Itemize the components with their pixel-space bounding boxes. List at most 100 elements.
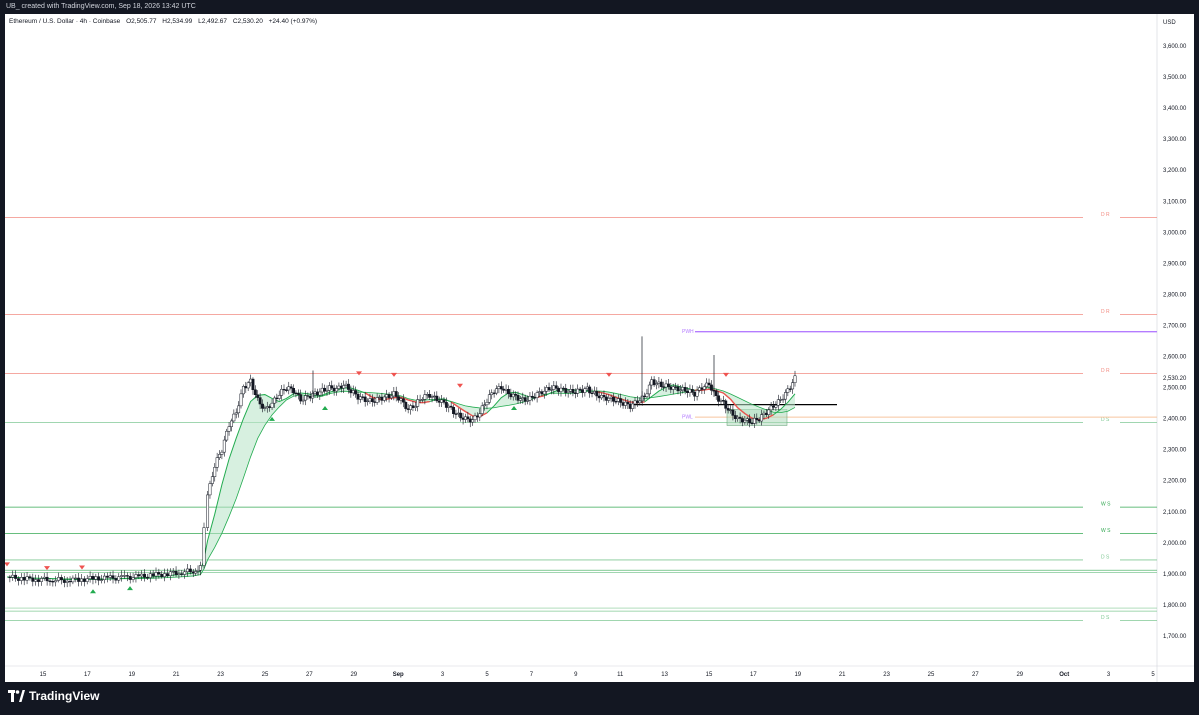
candle-bullish <box>729 409 732 412</box>
candle-bearish <box>581 389 584 393</box>
candle-bullish <box>657 381 661 384</box>
candle-bearish <box>251 378 255 390</box>
tradingview-logo-icon <box>8 690 25 702</box>
candle-bullish <box>335 388 338 392</box>
candle-bearish <box>738 416 742 419</box>
candle-bearish <box>437 400 441 403</box>
candle-bullish <box>318 391 322 396</box>
level-label: D S <box>1101 615 1110 621</box>
candle-bearish <box>111 575 115 579</box>
buy-signal-icon <box>90 589 96 594</box>
candle-bearish <box>573 392 577 394</box>
sell-signal-icon <box>391 372 397 377</box>
candle-bullish <box>430 396 434 398</box>
time-tick-label: 29 <box>1016 672 1023 678</box>
candle-bullish <box>263 407 267 409</box>
candle-bearish <box>261 403 264 409</box>
candle-bullish <box>542 390 546 395</box>
candle-bearish <box>363 396 367 402</box>
candle-bullish <box>779 399 783 401</box>
candle-bearish <box>676 386 680 392</box>
candle-bullish <box>487 394 491 403</box>
candle-bullish <box>337 385 341 389</box>
price-tick-label: 3,200.00 <box>1163 168 1187 174</box>
candle-bullish <box>392 391 396 397</box>
candle-bearish <box>397 396 401 401</box>
candle-bullish <box>85 578 89 582</box>
candle-bearish <box>709 384 713 391</box>
candle-bullish <box>521 397 525 400</box>
symbol-name[interactable]: Ethereum / U.S. Dollar · 4h · Coinbase <box>9 18 120 25</box>
tradingview-brand[interactable]: TradingView <box>8 689 99 703</box>
level-label: D S <box>1101 554 1110 560</box>
candle-bearish <box>533 397 537 399</box>
candle-bullish <box>249 378 253 384</box>
time-tick-label: 21 <box>839 672 846 678</box>
candle-bearish <box>635 400 639 404</box>
candle-bullish <box>54 580 58 583</box>
candle-bullish <box>94 576 98 580</box>
candle-bullish <box>609 396 613 399</box>
candle-bearish <box>268 406 272 408</box>
candle-bullish <box>206 494 210 528</box>
candle-bullish <box>471 419 475 423</box>
candle-bullish <box>198 565 202 571</box>
time-tick-label: 27 <box>972 672 979 678</box>
candle-bullish <box>592 391 596 394</box>
candle-bearish <box>662 386 666 388</box>
candle-bullish <box>456 412 460 415</box>
candle-bearish <box>349 389 353 394</box>
sell-signal-icon <box>79 565 85 570</box>
candle-bearish <box>466 416 470 420</box>
candle-bullish <box>227 426 231 432</box>
candle-bearish <box>693 392 697 397</box>
time-tick-label: 25 <box>262 672 269 678</box>
candle-bearish <box>114 578 118 581</box>
candle-bearish <box>14 574 18 579</box>
candle-bearish <box>683 387 687 392</box>
trend-ribbon <box>7 384 795 580</box>
candle-bearish <box>97 576 101 581</box>
candle-bearish <box>354 390 358 395</box>
candle-bullish <box>511 393 515 398</box>
pwl-label: PWL <box>682 415 693 421</box>
price-tick-label: 1,900.00 <box>1163 572 1187 578</box>
candle-bearish <box>292 388 295 394</box>
candle-bullish <box>698 387 701 391</box>
candle-bearish <box>588 386 592 394</box>
price-tick-label: 1,800.00 <box>1163 603 1187 609</box>
candle-bullish <box>569 389 572 392</box>
ohlc-close: C2,530.20 <box>232 18 263 25</box>
candle-bullish <box>123 575 126 577</box>
price-chart[interactable]: USD 3,600.00 3,500.00 3,400.00 3,300.00 3,200… <box>5 14 1194 682</box>
candle-bullish <box>504 389 508 391</box>
candle-bearish <box>523 397 527 402</box>
price-tick-label: 2,800.00 <box>1163 292 1187 298</box>
candle-bullish <box>655 383 658 386</box>
candle-bearish <box>461 417 465 420</box>
candle-bearish <box>330 385 334 389</box>
candle-bullish <box>342 385 346 389</box>
candle-bullish <box>25 576 29 581</box>
candle-bearish <box>788 388 792 390</box>
candle-bullish <box>230 420 233 427</box>
candle-bullish <box>241 386 245 395</box>
candle-bullish <box>583 388 587 393</box>
time-tick-label: 23 <box>883 672 890 678</box>
candle-bearish <box>619 398 623 403</box>
candle-bearish <box>387 394 391 399</box>
price-tick-label: 3,300.00 <box>1163 137 1187 143</box>
candle-bearish <box>145 577 149 579</box>
candle-bullish <box>108 575 112 578</box>
candle-bearish <box>514 393 518 396</box>
candle-bearish <box>507 389 510 394</box>
chart-panel[interactable]: USD 3,600.00 3,500.00 3,400.00 3,300.00 3,200… <box>5 14 1194 682</box>
candle-bearish <box>444 402 448 408</box>
candle-bullish <box>490 392 494 395</box>
time-tick-label: 23 <box>217 672 224 678</box>
candle-bullish <box>566 390 570 393</box>
sell-signal-icon <box>457 383 463 388</box>
sell-signal-icon <box>5 562 10 567</box>
candle-bearish <box>411 405 415 408</box>
candle-bullish <box>791 382 795 390</box>
